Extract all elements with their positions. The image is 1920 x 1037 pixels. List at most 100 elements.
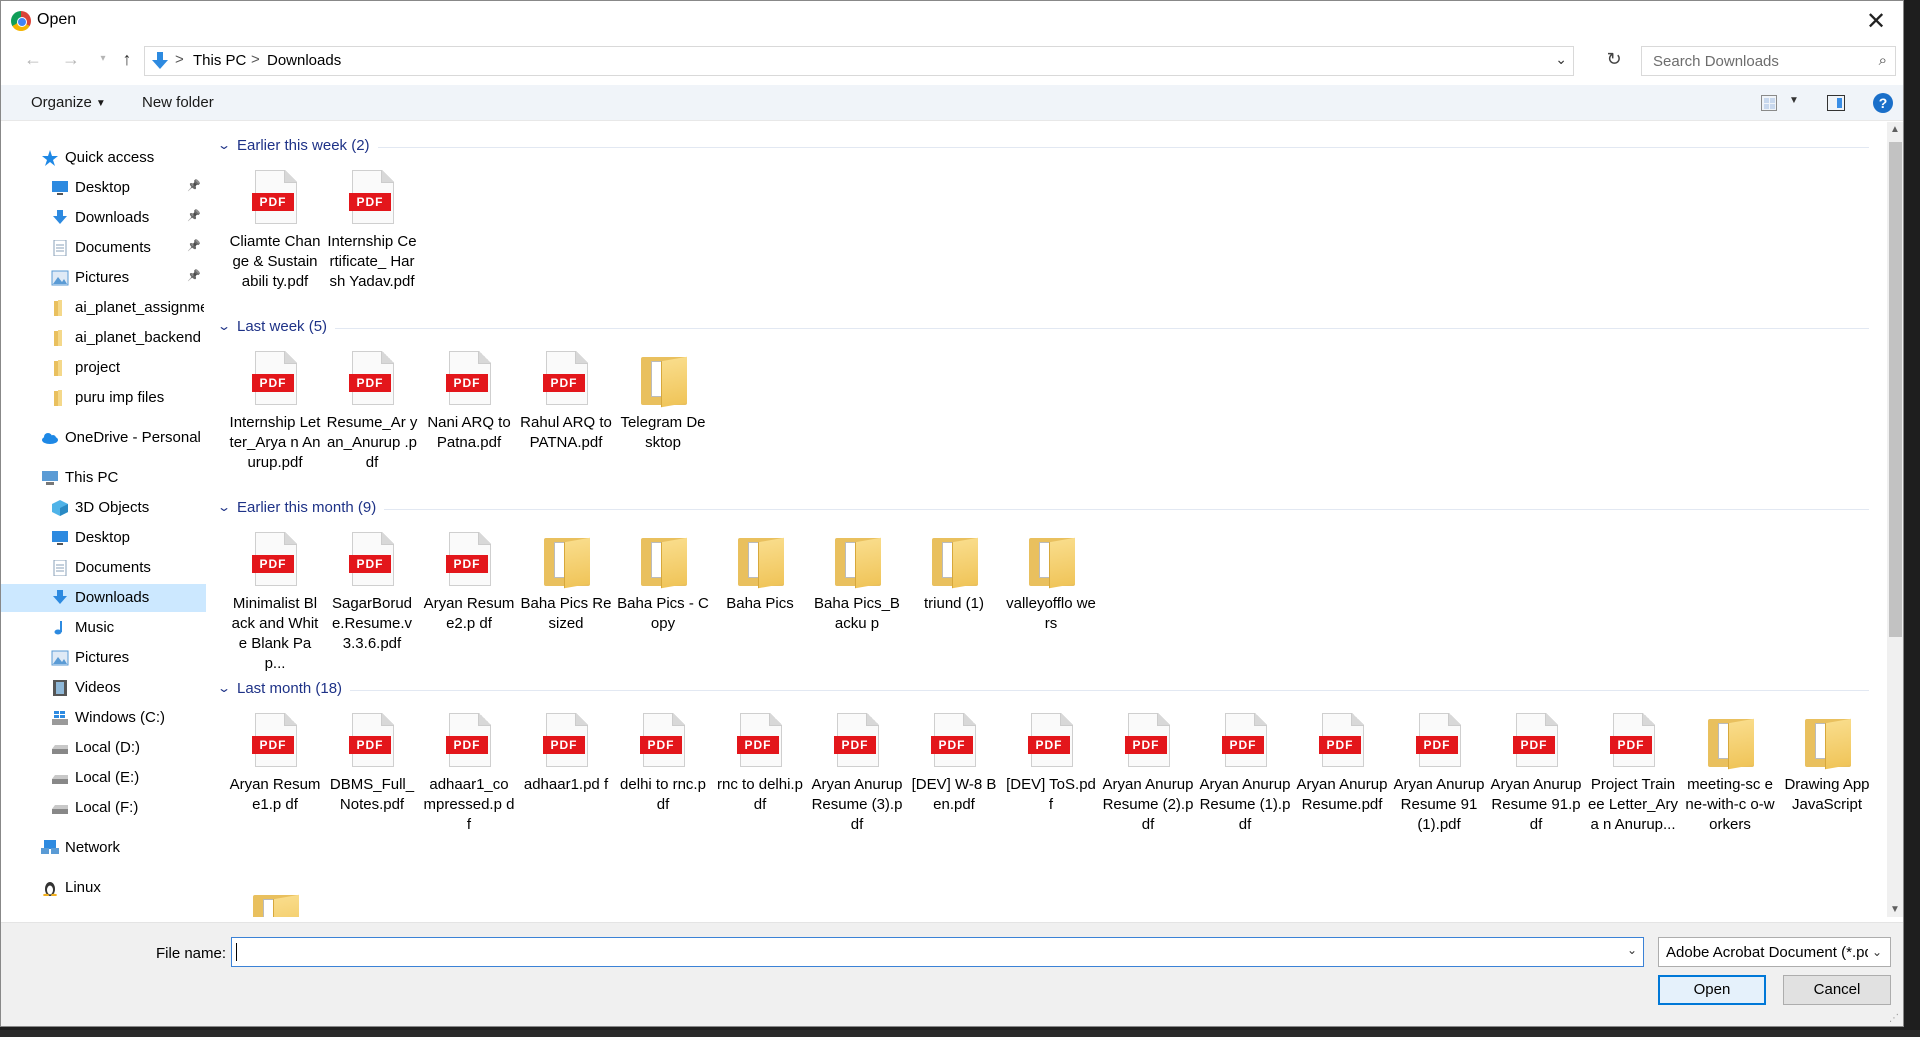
file-item-pdf[interactable]: PDF Rahul ARQ to PATNA.pdf bbox=[520, 351, 612, 471]
sidebar-item-label: project bbox=[75, 359, 121, 376]
file-item-pdf[interactable]: PDF Internship Certificate_ Harsh Yadav.p… bbox=[326, 170, 418, 290]
group-header[interactable]: ⌄ Earlier this week (2) bbox=[215, 134, 1881, 160]
file-item-pdf[interactable]: PDF Nani ARQ to Patna.pdf bbox=[423, 351, 515, 471]
file-item-pdf[interactable]: PDF Project Trainee Letter_Arya n Anurup.… bbox=[1587, 713, 1679, 833]
breadcrumb-this-pc[interactable]: This PC bbox=[193, 52, 246, 69]
sidebar-item-local-f[interactable]: Local (F:) bbox=[1, 794, 206, 822]
folder-icon bbox=[253, 894, 299, 917]
sidebar-item-downloads[interactable]: Downloads bbox=[1, 584, 206, 612]
collapse-chevron-icon[interactable]: ⌄ bbox=[217, 500, 231, 514]
file-item-folder[interactable] bbox=[229, 889, 321, 917]
file-item-pdf[interactable]: PDF Cliamte Change & Sustainabili ty.pdf bbox=[229, 170, 321, 290]
file-list: ⌄ Earlier this week (2) PDF Cliamte Change … bbox=[211, 122, 1881, 917]
file-item-pdf[interactable]: PDF Resume_Ar yan_Anurup .pdf bbox=[326, 351, 418, 471]
refresh-icon[interactable]: ↻ bbox=[1603, 49, 1625, 70]
breadcrumb-downloads[interactable]: Downloads bbox=[267, 52, 341, 69]
file-name: Internship Letter_Arya n Anurup.pdf bbox=[229, 414, 321, 471]
file-item-pdf[interactable]: PDF Minimalist Black and White Blank Pap.… bbox=[229, 532, 321, 672]
group-header[interactable]: ⌄ Last month (18) bbox=[215, 677, 1881, 703]
file-item-pdf[interactable]: PDF Aryan Anurup Resume (2).pdf bbox=[1102, 713, 1194, 833]
file-name: [DEV] W-8 Ben.pdf bbox=[911, 776, 997, 813]
preview-pane-icon[interactable] bbox=[1827, 95, 1845, 111]
file-item-folder[interactable]: Baha Pics - Copy bbox=[617, 532, 709, 652]
view-options-chevron-icon[interactable]: ▼ bbox=[1789, 95, 1799, 106]
scroll-up-arrow-icon[interactable]: ▲ bbox=[1890, 124, 1900, 135]
file-item-pdf[interactable]: PDF Internship Letter_Arya n Anurup.pdf bbox=[229, 351, 321, 471]
close-icon[interactable]: ✕ bbox=[1861, 7, 1891, 36]
file-item-pdf[interactable]: PDF Aryan Anurup Resume.pdf bbox=[1296, 713, 1388, 833]
scrollbar-thumb[interactable] bbox=[1889, 142, 1902, 637]
sidebar-item-3d-objects[interactable]: 3D Objects bbox=[1, 494, 206, 522]
cancel-button[interactable]: Cancel bbox=[1783, 975, 1891, 1005]
sidebar-item-puru-imp-files[interactable]: puru imp files bbox=[1, 384, 206, 412]
sidebar-item-videos[interactable]: Videos bbox=[1, 674, 206, 702]
sidebar-item-downloads[interactable]: Downloads 📌 bbox=[1, 204, 206, 232]
file-item-folder[interactable]: Baha Pics bbox=[714, 532, 806, 652]
sidebar-item-quick-access[interactable]: Quick access bbox=[1, 144, 206, 172]
sidebar-item-windows-c[interactable]: Windows (C:) bbox=[1, 704, 206, 732]
file-item-pdf[interactable]: PDF Aryan Resume1.p df bbox=[229, 713, 321, 833]
open-button[interactable]: Open bbox=[1658, 975, 1766, 1005]
file-item-pdf[interactable]: PDF Aryan Anurup Resume 91 (1).pdf bbox=[1393, 713, 1485, 833]
file-item-pdf[interactable]: PDF delhi to rnc.pdf bbox=[617, 713, 709, 833]
search-input[interactable]: Search Downloads ⌕ bbox=[1641, 46, 1896, 76]
file-item-folder[interactable]: meeting-sc ene-with-c o-workers bbox=[1684, 713, 1776, 833]
organize-button[interactable]: Organize ▼ bbox=[31, 94, 106, 111]
back-arrow-icon[interactable]: ← bbox=[21, 49, 45, 70]
collapse-chevron-icon[interactable]: ⌄ bbox=[217, 319, 231, 333]
sidebar-item-ai-planet-backend[interactable]: ai_planet_backend bbox=[1, 324, 206, 352]
sidebar-item-ai-planet-assignment[interactable]: ai_planet_assignment bbox=[1, 294, 206, 322]
collapse-chevron-icon[interactable]: ⌄ bbox=[217, 681, 231, 695]
change-view-icon[interactable] bbox=[1761, 95, 1777, 111]
sidebar-item-desktop[interactable]: Desktop 📌 bbox=[1, 174, 206, 202]
group-header[interactable]: ⌄ Earlier this month (9) bbox=[215, 496, 1881, 522]
file-item-pdf[interactable]: PDF DBMS_Full_ Notes.pdf bbox=[326, 713, 418, 833]
file-item-folder[interactable]: Telegram Desktop bbox=[617, 351, 709, 471]
sidebar-item-desktop[interactable]: Desktop bbox=[1, 524, 206, 552]
resize-grip-icon[interactable]: ⋰ bbox=[1889, 1013, 1899, 1024]
sidebar-item-this-pc[interactable]: This PC bbox=[1, 464, 206, 492]
sidebar-item-documents[interactable]: Documents 📌 bbox=[1, 234, 206, 262]
file-name-chevron-icon[interactable]: ⌄ bbox=[1627, 943, 1637, 957]
sidebar-item-local-e[interactable]: Local (E:) bbox=[1, 764, 206, 792]
file-item-pdf[interactable]: PDF rnc to delhi.pdf bbox=[714, 713, 806, 833]
new-folder-button[interactable]: New folder bbox=[142, 94, 214, 111]
file-item-pdf[interactable]: PDF Aryan Resume2.p df bbox=[423, 532, 515, 652]
file-item-folder[interactable]: Baha Pics Resized bbox=[520, 532, 612, 652]
file-item-pdf[interactable]: PDF Aryan Anurup Resume (3).pdf bbox=[811, 713, 903, 833]
scroll-down-arrow-icon[interactable]: ▼ bbox=[1890, 904, 1900, 915]
sidebar-item-documents[interactable]: Documents bbox=[1, 554, 206, 582]
recent-locations-chevron-icon[interactable]: ▾ bbox=[91, 53, 115, 64]
file-type-select[interactable]: Adobe Acrobat Document (*.pdf) ⌄ bbox=[1658, 937, 1891, 967]
file-item-folder[interactable]: Baha Pics_Backu p bbox=[811, 532, 903, 652]
collapse-chevron-icon[interactable]: ⌄ bbox=[217, 138, 231, 152]
file-item-pdf[interactable]: PDF adhaar1.pd f bbox=[520, 713, 612, 833]
file-item-pdf[interactable]: PDF Aryan Anurup Resume (1).pdf bbox=[1199, 713, 1291, 833]
sidebar-item-linux[interactable]: Linux bbox=[1, 874, 206, 902]
file-name-input[interactable]: ⌄ bbox=[231, 937, 1644, 967]
group-header[interactable]: ⌄ Last week (5) bbox=[215, 315, 1881, 341]
up-arrow-icon[interactable]: ↑ bbox=[115, 49, 139, 70]
sidebar-item-network[interactable]: Network bbox=[1, 834, 206, 862]
vertical-scrollbar[interactable]: ▲ ▼ bbox=[1887, 122, 1903, 917]
sidebar-item-music[interactable]: Music bbox=[1, 614, 206, 642]
file-item-pdf[interactable]: PDF SagarBorud e.Resume.v 3.3.6.pdf bbox=[326, 532, 418, 652]
help-icon[interactable]: ? bbox=[1873, 93, 1893, 113]
organize-label: Organize bbox=[31, 94, 92, 111]
address-bar[interactable]: > This PC > Downloads ⌄ bbox=[144, 46, 1574, 76]
file-item-folder[interactable]: triund (1) bbox=[908, 532, 1000, 652]
file-item-pdf[interactable]: PDF adhaar1_co mpressed.p df bbox=[423, 713, 515, 833]
sidebar-item-pictures[interactable]: Pictures 📌 bbox=[1, 264, 206, 292]
file-item-pdf[interactable]: PDF [DEV] ToS.pdf bbox=[1005, 713, 1097, 833]
file-item-folder[interactable]: valleyofflo wers bbox=[1005, 532, 1097, 652]
address-dropdown-chevron-icon[interactable]: ⌄ bbox=[1555, 51, 1567, 68]
sidebar-item-pictures[interactable]: Pictures bbox=[1, 644, 206, 672]
file-item-folder[interactable]: Drawing App JavaScript bbox=[1781, 713, 1873, 833]
file-name: Rahul ARQ to PATNA.pdf bbox=[520, 414, 612, 451]
forward-arrow-icon[interactable]: → bbox=[59, 49, 83, 70]
sidebar-item-local-d[interactable]: Local (D:) bbox=[1, 734, 206, 762]
file-item-pdf[interactable]: PDF [DEV] W-8 Ben.pdf bbox=[908, 713, 1000, 833]
sidebar-item-project[interactable]: project bbox=[1, 354, 206, 382]
file-item-pdf[interactable]: PDF Aryan Anurup Resume 91.pdf bbox=[1490, 713, 1582, 833]
sidebar-item-onedrive-personal[interactable]: OneDrive - Personal bbox=[1, 424, 206, 452]
